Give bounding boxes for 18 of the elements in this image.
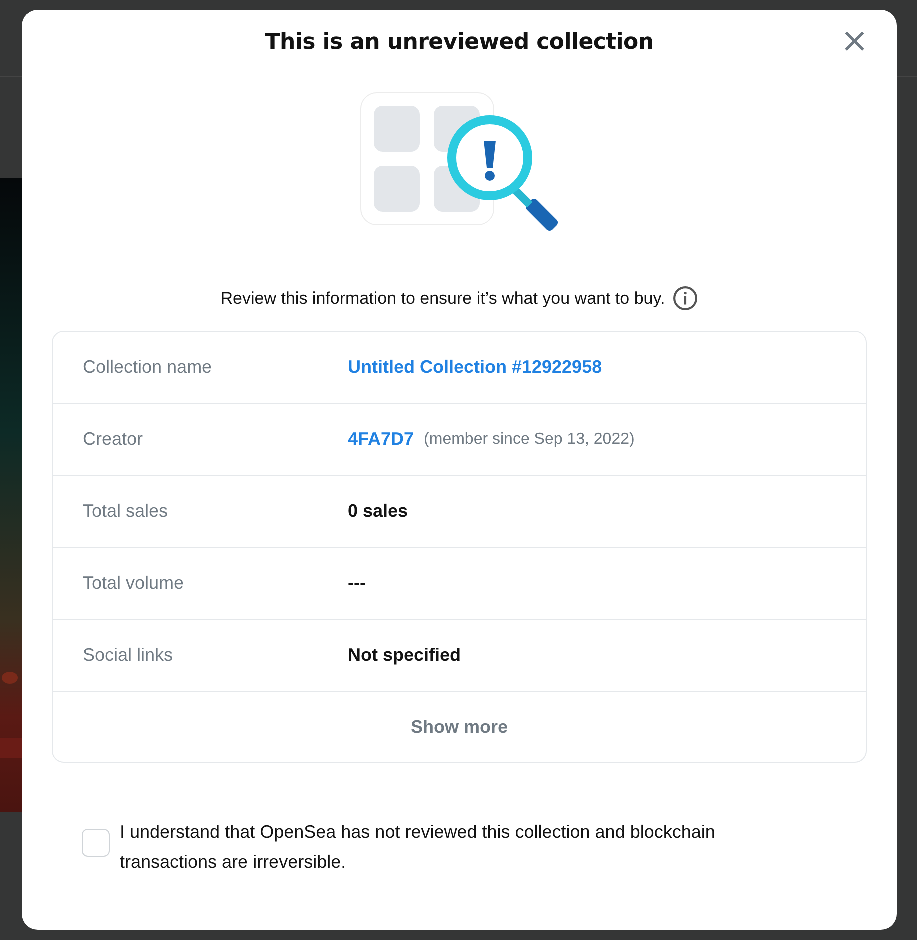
detail-value: Not specified [348,645,462,666]
detail-label: Creator [83,429,144,450]
detail-label: Collection name [83,357,214,378]
detail-label: Social links [83,645,174,666]
consent-text: I understand that OpenSea has not reviewed this collection and blockchain transactions are irreversible. [120,821,716,874]
detail-value: 0 sales [348,501,408,522]
detail-link[interactable]: 4FA7D7 [348,429,414,450]
detail-label: Total sales [83,501,170,522]
detail-note: (member since Sep 13, 2022) [424,430,635,448]
review-message: Review this information to ensure it’s what you want to buy. [220,288,666,308]
dialog-title: This is an unreviewed collection [265,30,654,55]
detail-label: Total volume [83,573,186,594]
detail-link[interactable]: Untitled Collection #12922958 [348,357,602,378]
close-button[interactable]: × [836,24,873,58]
checkbox[interactable] [82,829,110,857]
info-icon[interactable] [673,286,698,311]
show-more-button[interactable]: Show more [404,716,514,738]
detail-value: --- [348,573,366,594]
